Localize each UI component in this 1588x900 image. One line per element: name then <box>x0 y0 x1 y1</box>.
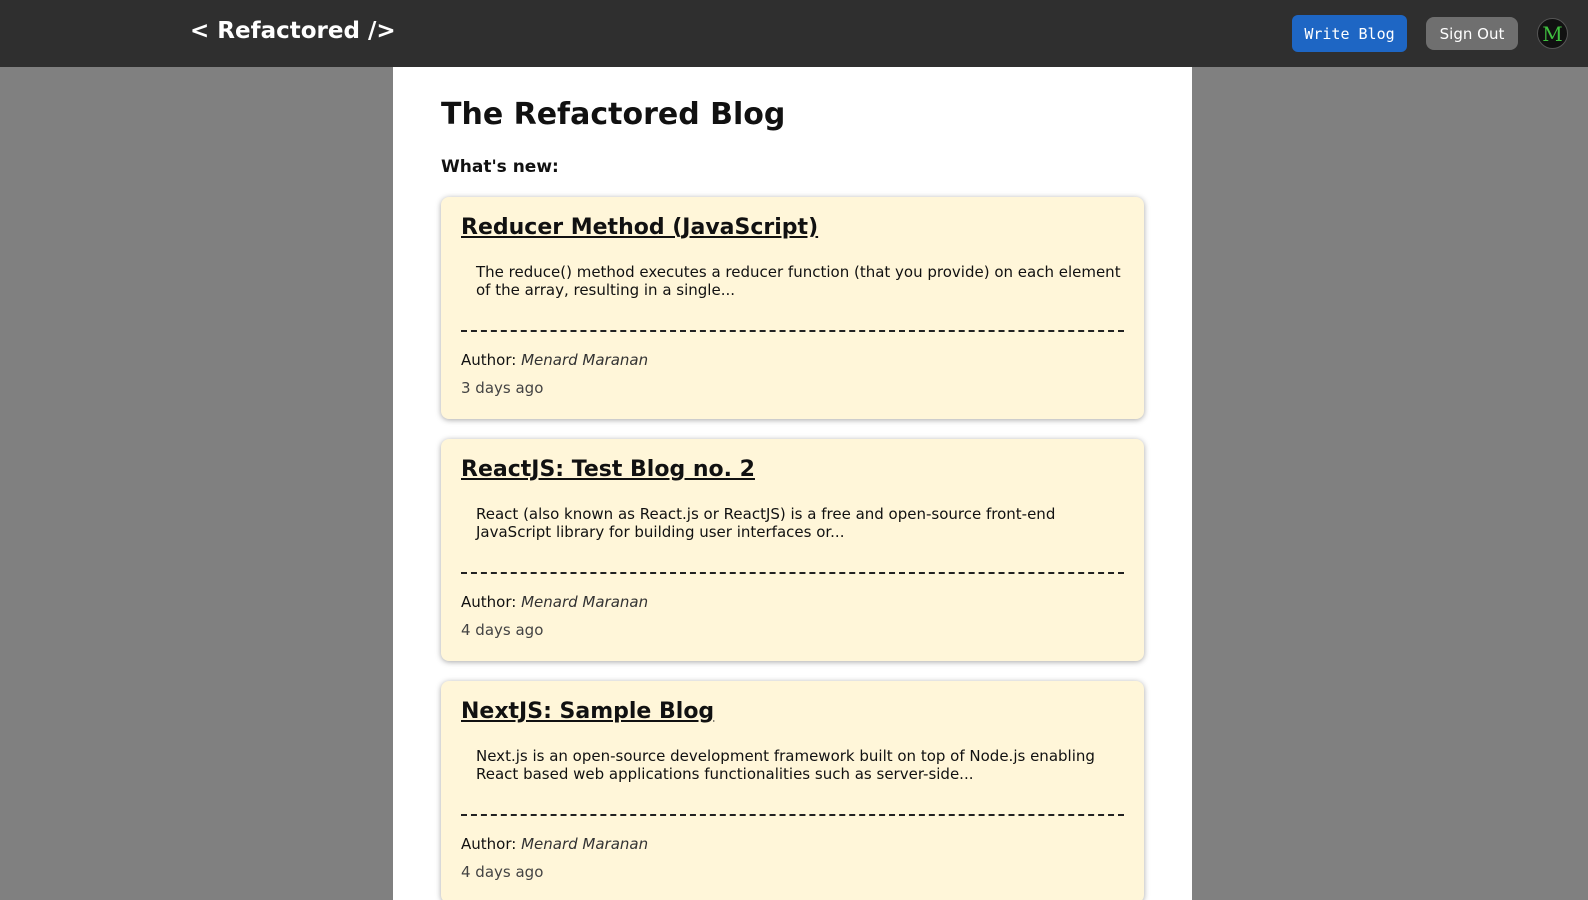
post-excerpt: The reduce() method executes a reducer f… <box>476 263 1121 299</box>
author-name: Menard Maranan <box>521 593 649 611</box>
post-excerpt: Next.js is an open-source development fr… <box>476 747 1095 783</box>
author-name: Menard Maranan <box>521 351 649 369</box>
blog-post-card: ReactJS: Test Blog no. 2 React (also kno… <box>441 439 1144 661</box>
post-author: Author: Menard Maranan <box>461 593 648 611</box>
post-title-link[interactable]: NextJS: Sample Blog <box>461 699 714 724</box>
card-divider <box>461 572 1124 574</box>
card-divider <box>461 330 1124 332</box>
brand-logo[interactable]: < Refactored /> <box>190 18 396 44</box>
blog-post-card: Reducer Method (JavaScript) The reduce()… <box>441 197 1144 419</box>
sign-out-button[interactable]: Sign Out <box>1426 17 1518 50</box>
page-title: The Refactored Blog <box>441 97 786 132</box>
author-name: Menard Maranan <box>521 835 649 853</box>
section-label: What's new: <box>441 157 559 177</box>
post-title-link[interactable]: ReactJS: Test Blog no. 2 <box>461 457 755 482</box>
top-navbar: < Refactored /> Write Blog Sign Out M <box>0 0 1588 67</box>
post-author: Author: Menard Maranan <box>461 351 648 369</box>
avatar[interactable]: M <box>1537 18 1568 49</box>
author-label: Author: <box>461 593 517 611</box>
post-title-link[interactable]: Reducer Method (JavaScript) <box>461 215 818 240</box>
post-date: 4 days ago <box>461 863 544 881</box>
post-author: Author: Menard Maranan <box>461 835 648 853</box>
write-blog-button[interactable]: Write Blog <box>1292 15 1407 52</box>
author-label: Author: <box>461 835 517 853</box>
post-date: 4 days ago <box>461 621 544 639</box>
card-divider <box>461 814 1124 816</box>
post-date: 3 days ago <box>461 379 544 397</box>
post-excerpt: React (also known as React.js or ReactJS… <box>476 505 1056 541</box>
blog-main-content: The Refactored Blog What's new: Reducer … <box>393 67 1192 900</box>
blog-post-card: NextJS: Sample Blog Next.js is an open-s… <box>441 681 1144 900</box>
author-label: Author: <box>461 351 517 369</box>
